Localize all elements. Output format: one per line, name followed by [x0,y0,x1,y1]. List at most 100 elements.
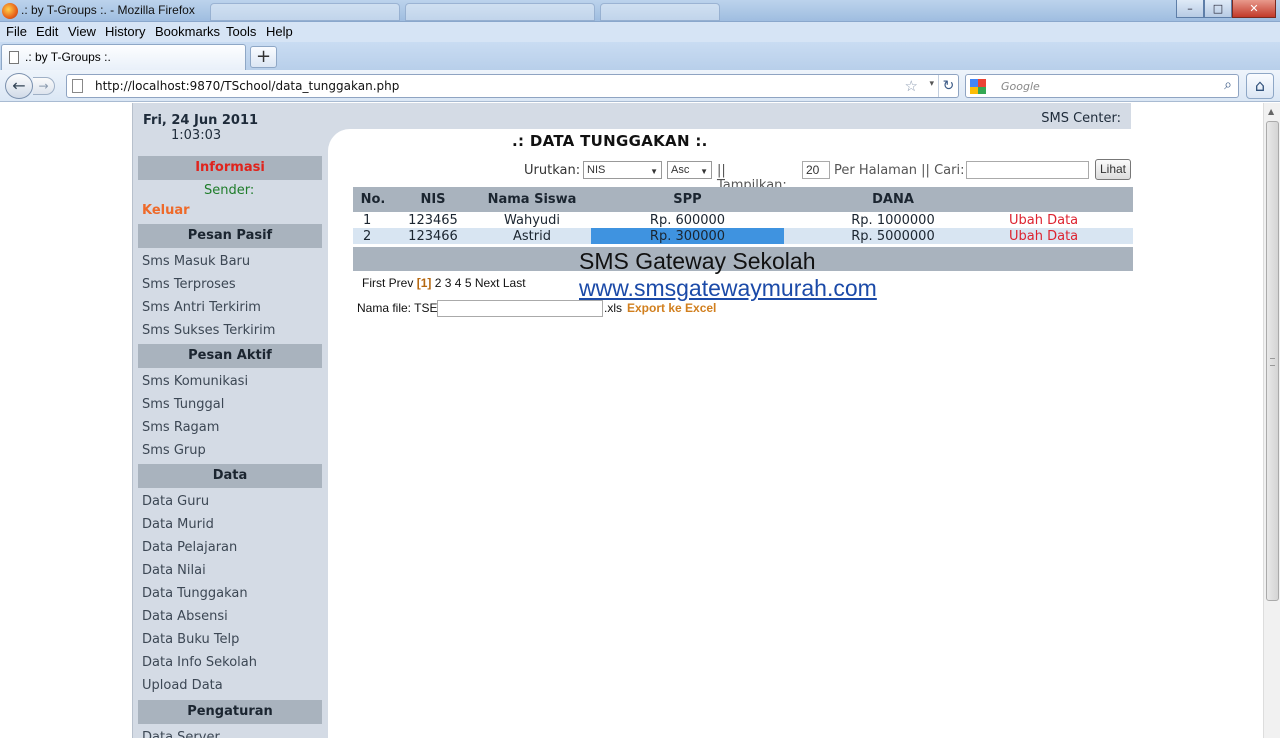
forward-button[interactable]: → [33,77,55,95]
search-input[interactable] [966,161,1089,179]
cell-nama: Astrid [473,228,591,244]
filename-input[interactable] [437,300,603,317]
maximize-button[interactable]: □ [1204,0,1232,18]
pager-page[interactable]: 2 [435,276,442,290]
search-bar[interactable]: Google ⌕ [965,74,1239,98]
cell-nis: 123466 [393,228,473,244]
minimize-button[interactable]: – [1176,0,1204,18]
grip-icon [1270,358,1275,366]
search-icon[interactable]: ⌕ [1224,77,1232,93]
sidebar-item-data-nilai[interactable]: Data Nilai [142,563,206,578]
menu-view[interactable]: View [68,24,96,39]
pager-page[interactable]: 4 [455,276,462,290]
site-container: Fri, 24 Jun 2011 1:03:03 Informasi Sende… [132,103,1133,738]
sidebar-item-sms-masuk-baru[interactable]: Sms Masuk Baru [142,254,250,269]
sidebar-item-sms-sukses-terkirim[interactable]: Sms Sukses Terkirim [142,323,275,338]
cell-spp-selected: Rp. 300000 [591,228,784,244]
page-title: .: DATA TUNGGAKAN :. [512,132,708,150]
pager-prev[interactable]: Prev [389,276,414,290]
sidebar-item-data-info-sekolah[interactable]: Data Info Sekolah [142,655,257,670]
table-header-row: No. NIS Nama Siswa SPP DANA [353,187,1133,212]
pager-first[interactable]: First [362,276,385,290]
edit-data-link[interactable]: Ubah Data [1002,228,1133,244]
scroll-up-icon[interactable]: ▲ [1268,107,1274,116]
chevron-down-icon: ▼ [700,167,708,176]
tab-title: .: by T-Groups :. [25,50,111,64]
sort-label: Urutkan: [524,163,581,178]
sidebar-item-sms-antri-terkirim[interactable]: Sms Antri Terkirim [142,300,261,315]
lihat-button[interactable]: Lihat [1095,159,1131,180]
column-header-nis: NIS [393,187,473,212]
sort-order-select[interactable]: Asc ▼ [667,161,712,179]
pager-page[interactable]: 5 [465,276,472,290]
url-text[interactable]: http://localhost:9870/TSchool/data_tungg… [95,79,399,93]
chevron-down-icon: ▼ [650,167,658,176]
sidebar-item-data-pelajaran[interactable]: Data Pelajaran [142,540,237,555]
export-row: Nama file: TSE .xls Export ke Excel [357,300,716,317]
sidebar-item-data-absensi[interactable]: Data Absensi [142,609,228,624]
column-header-dana: DANA [784,187,1002,212]
search-input[interactable]: Google [1001,80,1040,93]
menu-tools[interactable]: Tools [226,24,256,39]
search-label: Per Halaman || Cari: [834,163,965,178]
menu-edit[interactable]: Edit [36,24,58,39]
section-informasi: Informasi [138,156,322,180]
background-window-tab [405,3,595,21]
menu-bookmarks[interactable]: Bookmarks [155,24,220,39]
tab-strip: .: by T-Groups :. + [0,42,1280,70]
watermark-title: SMS Gateway Sekolah [579,248,816,274]
sender-label: Sender: [204,183,255,198]
sidebar-item-sms-tunggal[interactable]: Sms Tunggal [142,397,224,412]
sidebar-item-upload-data[interactable]: Upload Data [142,678,223,693]
section-pesan-pasif: Pesan Pasif [138,224,322,248]
window-controls: – □ ✕ [1176,0,1276,19]
sidebar-item-data-tunggakan[interactable]: Data Tunggakan [142,586,248,601]
sort-field-value: NIS [587,164,606,176]
watermark-url-link[interactable]: www.smsgatewaymurah.com [579,275,877,302]
sidebar-item-sms-komunikasi[interactable]: Sms Komunikasi [142,374,248,389]
navigation-toolbar: → ← http://localhost:9870/TSchool/data_t… [0,70,1280,102]
window-titlebar: .: by T-Groups :. - Mozilla Firefox – □ … [0,0,1280,22]
edit-data-link[interactable]: Ubah Data [1002,212,1133,228]
current-date: Fri, 24 Jun 2011 [143,113,259,128]
sidebar-item-data-murid[interactable]: Data Murid [142,517,214,532]
reload-button[interactable]: ↻ [938,75,958,97]
page-icon [72,79,83,93]
sidebar-item-sms-ragam[interactable]: Sms Ragam [142,420,219,435]
per-page-input[interactable]: 20 [802,161,830,179]
background-window-tab [210,3,400,21]
column-header-action [1002,187,1133,212]
home-button[interactable]: ⌂ [1246,73,1274,99]
pager-next[interactable]: Next [475,276,500,290]
vertical-scrollbar[interactable]: ▲ [1263,103,1280,738]
new-tab-button[interactable]: + [250,46,277,68]
background-window-tab [600,3,720,21]
pagination: First Prev [1] 2 3 4 5 Next Last [362,276,526,290]
menu-history[interactable]: History [105,24,145,39]
url-dropdown-icon[interactable]: ▾ [929,79,934,89]
bookmark-star-icon[interactable]: ☆ [905,77,918,95]
tab-active[interactable]: .: by T-Groups :. [1,44,246,70]
sidebar-item-data-server[interactable]: Data Server [142,730,220,738]
page-viewport: Fri, 24 Jun 2011 1:03:03 Informasi Sende… [0,103,1263,738]
section-data: Data [138,464,322,488]
sidebar-item-data-guru[interactable]: Data Guru [142,494,209,509]
logout-link[interactable]: Keluar [142,203,190,218]
back-button[interactable]: ← [5,73,33,99]
scrollbar-thumb[interactable] [1266,121,1279,601]
menu-file[interactable]: File [6,24,27,39]
address-bar[interactable]: http://localhost:9870/TSchool/data_tungg… [66,74,959,98]
sidebar-item-sms-grup[interactable]: Sms Grup [142,443,206,458]
sort-field-select[interactable]: NIS ▼ [583,161,662,179]
close-window-button[interactable]: ✕ [1232,0,1276,18]
menu-help[interactable]: Help [266,24,293,39]
sidebar-item-sms-terproses[interactable]: Sms Terproses [142,277,236,292]
pager-last[interactable]: Last [503,276,526,290]
google-engine-icon[interactable] [970,79,986,94]
sidebar-item-data-buku-telp[interactable]: Data Buku Telp [142,632,239,647]
pager-page[interactable]: 3 [445,276,452,290]
cell-dana: Rp. 5000000 [784,228,1002,244]
table-row: 2 123466 Astrid Rp. 300000 Rp. 5000000 U… [353,228,1133,244]
export-excel-link[interactable]: Export ke Excel [627,301,716,315]
firefox-logo-icon [2,3,18,19]
